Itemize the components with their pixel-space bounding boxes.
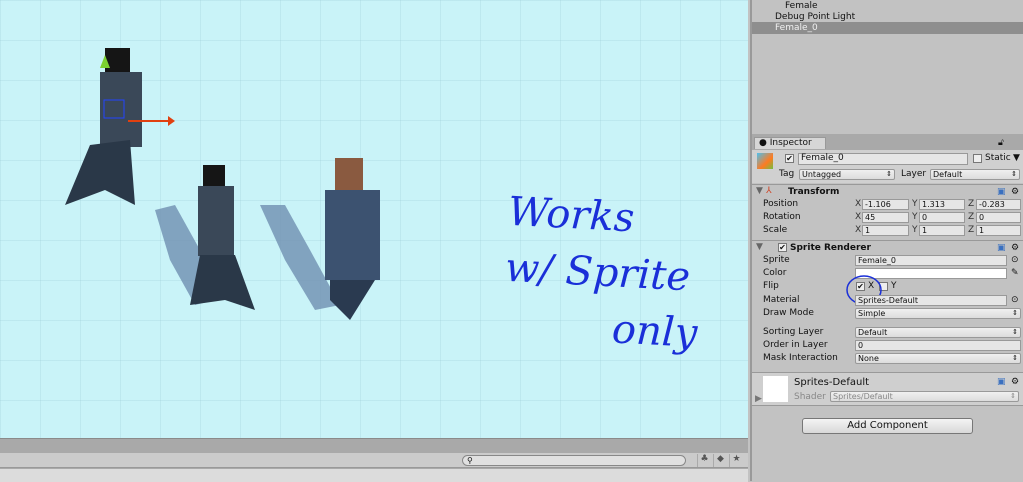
gameobject-cube-icon bbox=[757, 153, 773, 169]
object-name-input[interactable]: Female_0 bbox=[798, 153, 968, 165]
tag-dropdown[interactable]: Untagged bbox=[799, 169, 895, 180]
component-title: Transform bbox=[788, 187, 840, 197]
sprite-renderer-enabled-checkbox[interactable]: ✔ bbox=[778, 243, 787, 252]
tab-label: Inspector bbox=[769, 138, 812, 148]
active-checkbox[interactable]: ✔ bbox=[785, 154, 794, 163]
filter-by-type-icon[interactable]: ♣ bbox=[697, 454, 711, 467]
axis-label: Z bbox=[968, 225, 975, 235]
axis-label: Y bbox=[912, 225, 918, 235]
draw-mode-label: Draw Mode bbox=[763, 308, 814, 318]
eyedropper-icon[interactable]: ✎ bbox=[1011, 267, 1019, 280]
shader-label: Shader bbox=[794, 392, 826, 402]
material-label: Material bbox=[763, 295, 800, 305]
draw-mode-dropdown[interactable]: Simple bbox=[855, 308, 1021, 319]
layer-dropdown[interactable]: Default bbox=[930, 169, 1020, 180]
character-sprite[interactable] bbox=[190, 165, 255, 310]
project-content bbox=[0, 469, 748, 482]
scale-label: Scale bbox=[763, 225, 788, 235]
material-preview bbox=[763, 376, 788, 402]
axis-label: Z bbox=[968, 199, 975, 209]
lock-icon[interactable]: 🔓︎ bbox=[998, 138, 1004, 148]
static-label: Static bbox=[985, 153, 1011, 163]
project-panel: ⚲ ♣ ◆ ★ bbox=[0, 438, 748, 482]
order-in-layer-label: Order in Layer bbox=[763, 340, 828, 350]
static-dropdown-icon[interactable]: ▼ bbox=[1013, 153, 1020, 163]
tab-inspector[interactable]: ● Inspector bbox=[754, 137, 826, 149]
help-icon[interactable]: ▣ bbox=[997, 243, 1006, 253]
material-field[interactable]: Sprites-Default bbox=[855, 295, 1007, 306]
sorting-layer-dropdown[interactable]: Default bbox=[855, 327, 1021, 338]
scale-z-input[interactable]: 1 bbox=[976, 225, 1021, 236]
shader-dropdown[interactable]: Sprites/Default bbox=[830, 391, 1019, 402]
foldout-arrow-icon[interactable]: ▶ bbox=[755, 394, 762, 404]
rotation-z-input[interactable]: 0 bbox=[976, 212, 1021, 223]
position-label: Position bbox=[763, 199, 799, 209]
mask-interaction-label: Mask Interaction bbox=[763, 353, 838, 363]
component-title: Sprite Renderer bbox=[790, 243, 871, 253]
axis-label: X bbox=[855, 199, 862, 209]
flip-label: Flip bbox=[763, 281, 779, 291]
sorting-layer-label: Sorting Layer bbox=[763, 327, 824, 337]
search-icon: ⚲ bbox=[467, 456, 473, 465]
flip-y-label: Y bbox=[891, 281, 897, 291]
object-picker-icon[interactable]: ⊙ bbox=[1011, 294, 1019, 307]
static-checkbox[interactable] bbox=[973, 154, 982, 163]
object-picker-icon[interactable]: ⊙ bbox=[1011, 254, 1019, 267]
transform-header[interactable]: Transform bbox=[752, 184, 1023, 198]
layer-label: Layer bbox=[901, 169, 927, 179]
position-x-input[interactable]: -1.106 bbox=[862, 199, 909, 210]
character-sprite-selected[interactable] bbox=[65, 48, 175, 205]
axis-label: Y bbox=[912, 212, 918, 222]
add-component-button[interactable]: Add Component bbox=[802, 418, 973, 434]
help-icon[interactable]: ▣ bbox=[997, 377, 1006, 387]
axis-label: X bbox=[855, 212, 862, 222]
mask-interaction-dropdown[interactable]: None bbox=[855, 353, 1021, 364]
hierarchy-item-selected[interactable]: Female_0 bbox=[752, 22, 1023, 34]
axis-label: X bbox=[855, 225, 862, 235]
tag-label: Tag bbox=[779, 169, 795, 179]
filter-by-label-icon[interactable]: ◆ bbox=[713, 454, 727, 467]
sprite-field[interactable]: Female_0 bbox=[855, 255, 1007, 266]
position-z-input[interactable]: -0.283 bbox=[976, 199, 1021, 210]
character-sprite[interactable] bbox=[325, 158, 380, 320]
scale-x-input[interactable]: 1 bbox=[862, 225, 909, 236]
help-icon[interactable]: ▣ bbox=[997, 187, 1006, 197]
scale-y-input[interactable]: 1 bbox=[919, 225, 965, 236]
foldout-arrow-icon[interactable]: ▼ bbox=[756, 242, 763, 252]
position-y-input[interactable]: 1.313 bbox=[919, 199, 965, 210]
project-search-input[interactable]: ⚲ bbox=[462, 455, 686, 466]
sprite-label: Sprite bbox=[763, 255, 790, 265]
rotation-y-input[interactable]: 0 bbox=[919, 212, 965, 223]
order-in-layer-input[interactable]: 0 bbox=[855, 340, 1021, 351]
favorites-star-icon[interactable]: ★ bbox=[729, 454, 743, 467]
sprite-renderer-header[interactable]: Sprite Renderer bbox=[752, 240, 1023, 254]
right-panels: Female Debug Point Light Female_0 ● Insp… bbox=[750, 0, 1023, 481]
rotation-label: Rotation bbox=[763, 212, 801, 222]
foldout-arrow-icon[interactable]: ▼ bbox=[756, 186, 763, 196]
gear-icon[interactable]: ⚙ bbox=[1011, 243, 1019, 253]
material-name: Sprites-Default bbox=[794, 377, 870, 388]
axis-label: Y bbox=[912, 199, 918, 209]
color-label: Color bbox=[763, 268, 787, 278]
scene-view[interactable]: Works w/ Sprite only bbox=[0, 0, 748, 438]
axis-label: Z bbox=[968, 212, 975, 222]
info-icon: ● bbox=[759, 138, 767, 148]
rotation-x-input[interactable]: 45 bbox=[862, 212, 909, 223]
transform-icon: ⅄ bbox=[766, 186, 772, 196]
gear-icon[interactable]: ⚙ bbox=[1011, 377, 1019, 387]
gear-icon[interactable]: ⚙ bbox=[1011, 187, 1019, 197]
handwritten-annotation: Works w/ Sprite only bbox=[501, 184, 748, 364]
